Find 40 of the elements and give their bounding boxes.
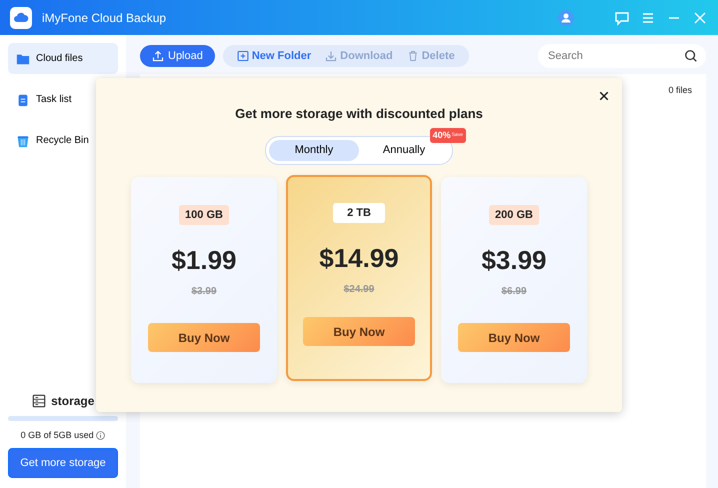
- storage-icon: [32, 394, 46, 408]
- download-icon: [325, 50, 338, 62]
- search-input[interactable]: Search: [546, 46, 684, 66]
- dialog-title: Get more storage with discounted plans: [235, 105, 483, 123]
- feedback-icon[interactable]: [614, 10, 630, 26]
- original-price: $3.99: [191, 285, 217, 299]
- trash-icon: [406, 50, 419, 62]
- window-title: iMyFone Cloud Backup: [42, 10, 168, 26]
- file-count: 0 files: [668, 84, 692, 97]
- original-price: $6.99: [501, 285, 527, 299]
- upload-button[interactable]: Upload: [140, 44, 215, 68]
- sidebar-item[interactable]: Task list: [8, 84, 118, 115]
- buy-now-button[interactable]: Buy Now: [148, 323, 260, 352]
- plan-size: 200 GB: [489, 204, 539, 225]
- storage-usage: 0 GB of 5GB used: [20, 428, 94, 442]
- clipboard-icon: [16, 92, 30, 106]
- plan-price: $1.99: [171, 244, 237, 277]
- toolbar-button[interactable]: New Folder: [232, 48, 316, 64]
- sidebar-item[interactable]: Cloud files: [8, 43, 118, 74]
- close-icon: [598, 90, 610, 102]
- plan-price: $14.99: [319, 242, 399, 275]
- info-icon: [96, 430, 106, 440]
- plan-price: $3.99: [481, 244, 547, 277]
- storage-label: storage: [51, 393, 94, 410]
- original-price: $24.99: [344, 283, 374, 297]
- get-more-storage-button[interactable]: Get more storage: [8, 448, 118, 478]
- search-icon: [684, 49, 698, 63]
- trash-icon: [16, 134, 30, 148]
- buy-now-button[interactable]: Buy Now: [458, 323, 570, 352]
- search-field[interactable]: Search: [538, 44, 706, 68]
- app-logo-icon: [10, 6, 32, 28]
- new-folder-icon: [236, 50, 249, 62]
- folder-icon: [16, 52, 30, 66]
- billing-tab[interactable]: Monthly: [269, 140, 359, 160]
- account-icon[interactable]: [558, 10, 574, 26]
- plan-size: 100 GB: [179, 204, 229, 225]
- buy-now-button[interactable]: Buy Now: [303, 317, 415, 346]
- close-icon[interactable]: [692, 10, 708, 26]
- upload-icon: [152, 50, 164, 62]
- plan-size: 2 TB: [333, 202, 385, 223]
